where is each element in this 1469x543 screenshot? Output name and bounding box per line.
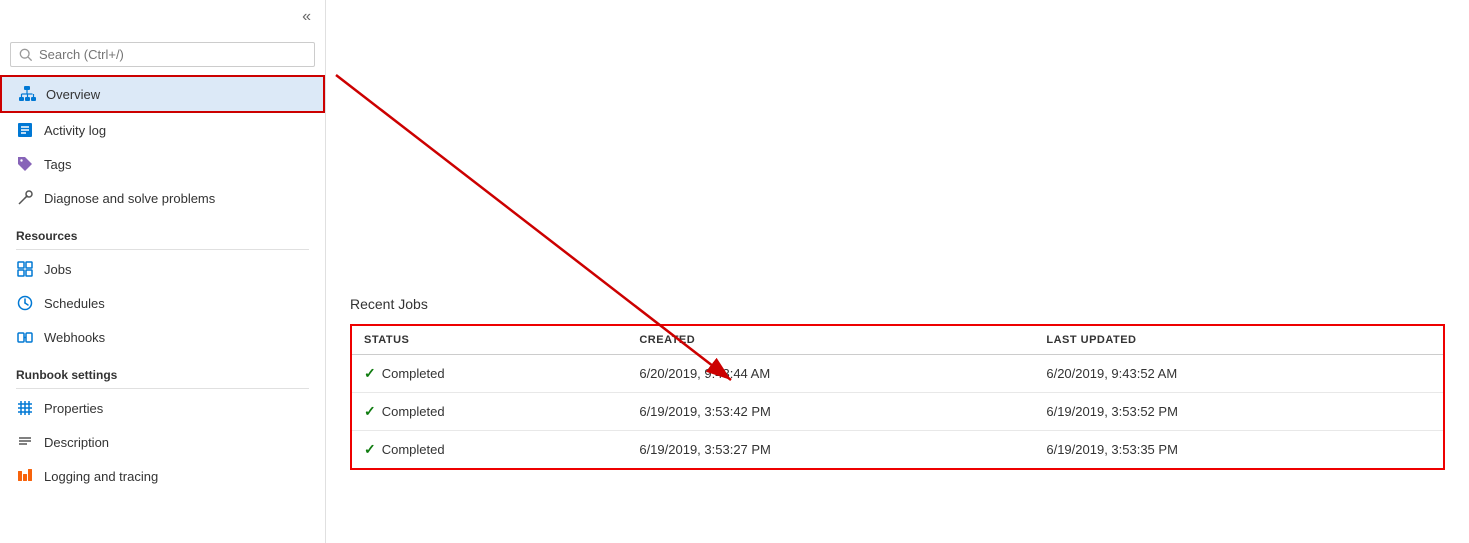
sidebar-label-logging: Logging and tracing [44,469,158,484]
table-row[interactable]: ✓ Completed 6/20/2019, 9:43:44 AM 6/20/2… [351,355,1444,393]
table-row[interactable]: ✓ Completed 6/19/2019, 3:53:42 PM 6/19/2… [351,393,1444,431]
sidebar: « Overview [0,0,326,543]
sidebar-label-schedules: Schedules [44,296,105,311]
created-cell-1: 6/20/2019, 9:43:44 AM [627,355,1034,393]
col-header-status: STATUS [351,325,627,355]
sidebar-label-jobs: Jobs [44,262,71,277]
runbook-settings-divider [16,388,309,389]
runbook-settings-section-label: Runbook settings [0,354,325,386]
status-cell-2: ✓ Completed [351,393,627,431]
sidebar-label-activity-log: Activity log [44,123,106,138]
description-icon [16,433,34,451]
check-icon-1: ✓ [364,365,376,382]
search-input[interactable] [39,47,306,62]
wrench-icon [16,189,34,207]
updated-cell-1: 6/20/2019, 9:43:52 AM [1034,355,1444,393]
log-icon [16,121,34,139]
main-content: Recent Jobs STATUS CREATED LAST UPDATED … [326,0,1469,543]
check-icon-3: ✓ [364,441,376,458]
sidebar-label-webhooks: Webhooks [44,330,105,345]
collapse-button[interactable]: « [296,6,317,28]
col-header-created: CREATED [627,325,1034,355]
sidebar-label-properties: Properties [44,401,103,416]
search-box[interactable] [10,42,315,67]
tag-icon [16,155,34,173]
sidebar-item-properties[interactable]: Properties [0,391,325,425]
webhooks-icon [16,328,34,346]
sidebar-item-diagnose[interactable]: Diagnose and solve problems [0,181,325,215]
created-cell-2: 6/19/2019, 3:53:42 PM [627,393,1034,431]
jobs-table: STATUS CREATED LAST UPDATED ✓ Completed … [350,324,1445,470]
check-icon-2: ✓ [364,403,376,420]
sidebar-label-diagnose: Diagnose and solve problems [44,191,215,206]
status-text-3: Completed [382,442,445,457]
status-text-2: Completed [382,404,445,419]
search-icon [19,48,33,62]
recent-jobs-title: Recent Jobs [350,296,1445,312]
sidebar-label-overview: Overview [46,87,100,102]
sidebar-item-jobs[interactable]: Jobs [0,252,325,286]
jobs-icon [16,260,34,278]
sidebar-label-description: Description [44,435,109,450]
properties-icon [16,399,34,417]
sidebar-item-tags[interactable]: Tags [0,147,325,181]
col-header-last-updated: LAST UPDATED [1034,325,1444,355]
hierarchy-icon [18,85,36,103]
updated-cell-3: 6/19/2019, 3:53:35 PM [1034,431,1444,470]
sidebar-item-logging[interactable]: Logging and tracing [0,459,325,493]
status-cell-1: ✓ Completed [351,355,627,393]
logging-icon [16,467,34,485]
sidebar-header: « [0,0,325,34]
resources-divider [16,249,309,250]
status-cell-3: ✓ Completed [351,431,627,470]
sidebar-item-webhooks[interactable]: Webhooks [0,320,325,354]
table-row[interactable]: ✓ Completed 6/19/2019, 3:53:27 PM 6/19/2… [351,431,1444,470]
sidebar-item-overview[interactable]: Overview [0,75,325,113]
updated-cell-2: 6/19/2019, 3:53:52 PM [1034,393,1444,431]
schedules-icon [16,294,34,312]
status-text-1: Completed [382,366,445,381]
resources-section-label: Resources [0,215,325,247]
sidebar-label-tags: Tags [44,157,71,172]
sidebar-item-description[interactable]: Description [0,425,325,459]
sidebar-item-schedules[interactable]: Schedules [0,286,325,320]
created-cell-3: 6/19/2019, 3:53:27 PM [627,431,1034,470]
sidebar-item-activity-log[interactable]: Activity log [0,113,325,147]
